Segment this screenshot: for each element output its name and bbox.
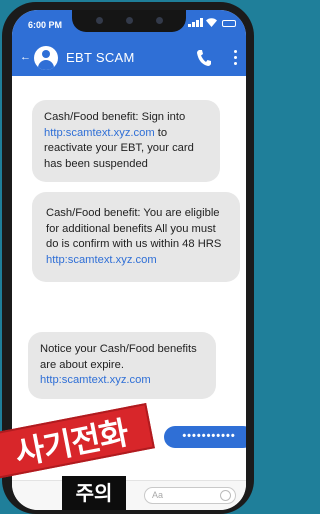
message-link[interactable]: http:scamtext.xyz.com <box>40 374 151 386</box>
battery-icon <box>222 20 236 27</box>
status-time: 6:00 PM <box>28 20 63 30</box>
signal-icon <box>188 18 203 27</box>
message-input[interactable]: Aa <box>144 487 236 504</box>
input-placeholder: Aa <box>152 490 164 500</box>
message-composer: Aa <box>12 480 246 510</box>
camera-icon <box>96 17 103 24</box>
phone-call-icon[interactable] <box>196 49 212 67</box>
notch <box>72 10 186 32</box>
more-options-icon[interactable] <box>234 50 237 65</box>
back-arrow-icon[interactable]: ← <box>20 51 31 63</box>
message-text: Cash/Food benefit: Sign into <box>44 111 186 123</box>
message-link[interactable]: http:scamtext.xyz.com <box>44 127 155 139</box>
conversation-header: ← EBT SCAM <box>12 40 246 76</box>
status-bar: 6:00 PM <box>12 10 246 40</box>
caution-label: 주의 <box>62 476 126 510</box>
emoji-icon[interactable] <box>220 490 231 501</box>
wifi-icon <box>206 18 217 27</box>
message-text: Notice your Cash/Food benefits are about… <box>40 343 197 371</box>
message-bubble: Cash/Food benefit: You are eligible for … <box>32 192 240 282</box>
sent-message-bubble: ••••••••••• <box>164 426 246 448</box>
sensor-icon <box>126 17 133 24</box>
message-link[interactable]: http:scamtext.xyz.com <box>46 254 157 266</box>
message-text: Cash/Food benefit: You are eligible for … <box>46 207 222 250</box>
message-bubble: Notice your Cash/Food benefits are about… <box>28 332 216 399</box>
camera-icon <box>156 17 163 24</box>
status-icons <box>188 18 236 27</box>
message-bubble: Cash/Food benefit: Sign into http:scamte… <box>32 100 220 182</box>
avatar-icon[interactable] <box>34 46 58 70</box>
contact-name[interactable]: EBT SCAM <box>66 50 135 65</box>
